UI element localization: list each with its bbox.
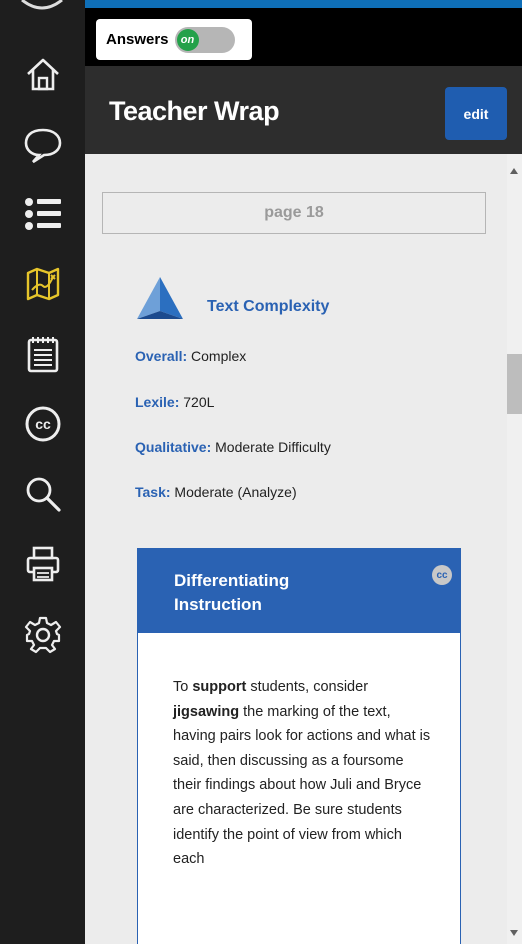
scroll-up-arrow-icon[interactable] — [510, 168, 518, 174]
search-icon — [26, 477, 61, 512]
text-complexity-logo-icon — [137, 277, 183, 319]
gear-icon — [24, 616, 61, 654]
differentiating-body: To support students, consider jigsawing … — [173, 675, 433, 872]
closed-captions-badge-icon[interactable]: cc — [432, 565, 452, 585]
answers-label: Answers — [106, 31, 169, 48]
differentiating-title: Differentiating Instruction — [174, 569, 289, 617]
overall-key: Overall: — [135, 348, 188, 364]
lexile-row: Lexile: 720L — [135, 394, 214, 410]
nav-home[interactable] — [0, 39, 85, 109]
lexile-key: Lexile: — [135, 394, 180, 410]
top-accent-stripe — [85, 0, 522, 8]
nav-print[interactable] — [0, 529, 85, 599]
nav-search[interactable] — [0, 459, 85, 529]
qualitative-value: Moderate Difficulty — [211, 439, 331, 455]
nav-settings[interactable] — [0, 599, 85, 669]
qualitative-row: Qualitative: Moderate Difficulty — [135, 439, 331, 455]
scroll-down-arrow-icon[interactable] — [510, 930, 518, 936]
rail-top-cap — [0, 0, 85, 14]
differentiating-header: Differentiating Instruction cc — [138, 549, 460, 633]
answers-toggle-group: Answers on — [96, 19, 252, 60]
comment-icon — [24, 128, 61, 164]
task-key: Task: — [135, 484, 171, 500]
notepad-icon — [27, 337, 58, 373]
differentiating-title-line1: Differentiating — [174, 571, 290, 590]
body-text-2: students, consider — [246, 679, 369, 695]
left-nav-rail: cc — [0, 0, 85, 944]
qualitative-key: Qualitative: — [135, 439, 212, 455]
nav-closed-captions[interactable]: cc — [0, 389, 85, 459]
differentiating-title-line2: Instruction — [174, 595, 262, 614]
overall-value: Complex — [187, 348, 247, 364]
page-title: Teacher Wrap — [109, 96, 280, 126]
answers-toggle[interactable]: on — [174, 26, 235, 53]
edit-button[interactable]: edit — [445, 87, 507, 140]
toggle-on-label: on — [180, 33, 195, 46]
nav-map[interactable] — [0, 249, 85, 319]
body-bold-jigsawing: jigsawing — [173, 703, 240, 720]
nav-comments[interactable] — [0, 109, 85, 179]
scroll-thumb[interactable] — [507, 354, 522, 414]
svg-text:cc: cc — [35, 416, 51, 432]
overall-row: Overall: Complex — [135, 348, 246, 364]
closed-captions-icon: cc — [25, 406, 60, 442]
nav-list[interactable] — [0, 179, 85, 249]
page-number-box: page 18 — [102, 192, 486, 234]
print-icon — [26, 546, 59, 582]
body-text-3: the marking of the text, having pairs lo… — [173, 703, 431, 868]
text-complexity-title[interactable]: Text Complexity — [207, 298, 329, 316]
panel-header: Teacher Wrap edit — [85, 66, 522, 154]
task-row: Task: Moderate (Analyze) — [135, 484, 297, 500]
body-bold-support: support — [192, 679, 247, 695]
task-value: Moderate (Analyze) — [170, 484, 297, 500]
vertical-scrollbar[interactable] — [507, 154, 522, 944]
differentiating-instruction-card: Differentiating Instruction cc To suppor… — [137, 548, 461, 944]
nav-notepad[interactable] — [0, 319, 85, 389]
toggle-knob: on — [176, 28, 199, 51]
body-text-1: To — [173, 679, 193, 695]
home-icon — [26, 58, 59, 91]
teacher-wrap-content: page 18 Text Complexity Overall: Complex… — [85, 154, 507, 944]
lexile-value: 720L — [179, 394, 215, 410]
list-icon — [24, 198, 61, 230]
top-bar: Answers on — [85, 0, 522, 66]
map-icon — [26, 267, 59, 301]
